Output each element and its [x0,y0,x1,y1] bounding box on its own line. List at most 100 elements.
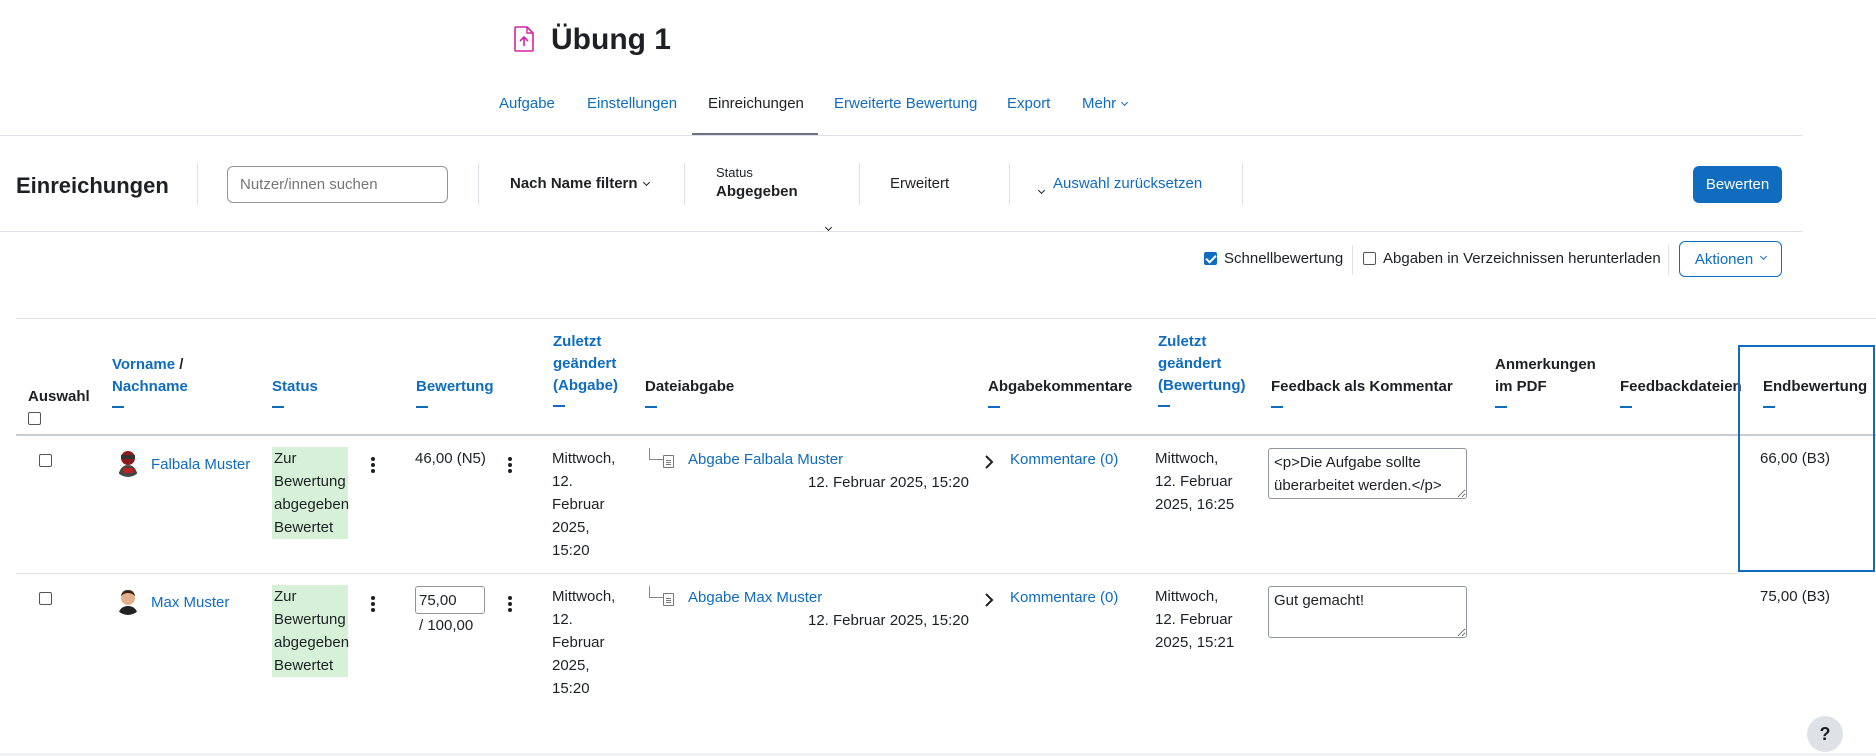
toolbar-divider [478,163,479,205]
header-feedback-files-label: Feedbackdateien [1620,378,1742,395]
quick-grading-toggle[interactable]: Schnellbewertung [1204,250,1343,267]
more-options-icon[interactable] [371,457,375,475]
row-select-checkbox[interactable] [39,454,52,467]
tab-einreichungen[interactable]: Einreichungen [708,95,804,112]
help-button[interactable]: ? [1807,716,1843,752]
status-line: abgegeben [272,631,349,654]
header-grade[interactable]: Bewertung [416,376,494,408]
status-filter-dropdown[interactable]: Status Abgegeben [716,165,833,232]
collapse-column-icon[interactable] [112,406,124,408]
select-all-checkbox[interactable] [28,412,41,425]
header-feedback-comment: Feedback als Kommentar [1271,376,1453,408]
user-name-link[interactable]: Falbala Muster [151,453,250,476]
collapse-column-icon[interactable] [645,406,657,408]
advanced-filter-dropdown[interactable]: Erweitert [890,175,1046,195]
header-feedback-comment-label: Feedback als Kommentar [1271,378,1453,395]
more-options-icon[interactable] [508,457,512,475]
header-annotations-line2: im PDF [1495,378,1547,395]
collapse-column-icon[interactable] [1271,406,1283,408]
header-submission-comments: Abgabekommentare [988,376,1132,408]
status-badge: Zur Bewertung abgegeben Bewertet [272,447,349,539]
feedback-comment-textarea[interactable]: <p>Die Aufgabe sollte überarbeitet werde… [1268,448,1467,499]
tab-erweiterte-bewertung[interactable]: Erweiterte Bewertung [834,95,977,112]
toolbar-divider [1242,163,1243,205]
status-line: Zur [272,585,348,608]
header-grade-label: Bewertung [416,378,494,395]
file-submission-date: 12. Februar 2025, 15:20 [808,612,969,629]
tab-aufgabe[interactable]: Aufgabe [499,95,555,112]
status-filter-value: Abgegeben [716,183,798,200]
date-line: 2025, 16:25 [1155,496,1235,513]
name-filter-dropdown[interactable]: Nach Name filtern [510,175,650,192]
grade-input[interactable] [415,586,485,614]
chevron-right-icon[interactable] [984,455,994,473]
chevron-right-icon[interactable] [984,593,994,611]
section-heading: Einreichungen [16,173,169,198]
grade-max: / 100,00 [419,617,474,634]
more-options-icon[interactable] [508,596,512,614]
header-lastname[interactable]: Nachname [112,376,188,398]
avatar [114,587,142,615]
collapse-column-icon[interactable] [416,406,428,408]
date-line: 12. [552,611,573,628]
download-folders-label: Abgaben in Verzeichnissen herunterladen [1383,250,1661,267]
modified-submission-date: Mittwoch, 12. Februar 2025, 15:20 [552,585,615,700]
comments-link[interactable]: Kommentare (0) [1010,448,1118,471]
toolbar-divider [1009,163,1010,205]
download-folders-toggle[interactable]: Abgaben in Verzeichnissen herunterladen [1363,250,1661,267]
tab-mehr[interactable]: Mehr [1082,95,1129,112]
header-status-label: Status [272,378,318,395]
collapse-column-icon[interactable] [272,406,284,408]
collapse-column-icon[interactable] [1620,406,1632,408]
header-select: Auswahl [28,386,90,432]
header-status[interactable]: Status [272,376,318,408]
collapse-column-icon[interactable] [553,405,565,407]
page-title: Übung 1 [551,23,671,56]
assignment-upload-icon [514,26,534,52]
header-firstname[interactable]: Vorname [112,356,175,373]
collapse-column-icon[interactable] [1158,405,1170,407]
grade-value: 46,00 (N5) [415,450,486,467]
chevron-down-icon [642,178,650,187]
header-modified-submission[interactable]: Zuletzt geändert (Abgabe) [553,331,618,407]
date-line: 15:20 [552,680,590,697]
download-folders-checkbox[interactable] [1363,252,1376,265]
header-feedback-files: Feedbackdateien [1620,376,1742,408]
status-filter-caption: Status [716,165,753,180]
collapse-column-icon[interactable] [988,406,1000,408]
date-line: Mittwoch, [1155,588,1219,605]
modified-grade-date: Mittwoch, 12. Februar 2025, 15:21 [1155,585,1234,654]
header-modified-submission-line3: (Abgabe) [553,377,618,394]
file-submission-link[interactable]: Abgabe Falbala Muster [688,448,843,471]
chevron-down-icon [1760,252,1768,260]
toolbar-divider [859,163,860,205]
comments-link[interactable]: Kommentare (0) [1010,586,1118,609]
search-input[interactable] [227,166,448,203]
row-select-checkbox[interactable] [39,592,52,605]
name-filter-label: Nach Name filtern [510,175,638,192]
file-tree-icon [649,586,663,598]
reset-selection-link[interactable]: Auswahl zurücksetzen [1053,175,1202,192]
header-modified-grade-line2: geändert [1158,355,1222,372]
quick-grading-label: Schnellbewertung [1224,250,1344,267]
header-name[interactable]: Vorname / Nachname [112,354,188,408]
quick-grading-checkbox[interactable] [1204,252,1217,265]
actions-label: Aktionen [1694,250,1754,268]
chevron-down-icon [1121,98,1129,107]
table-top-border [16,318,1876,319]
more-options-icon[interactable] [371,596,375,614]
grade-button[interactable]: Bewerten [1693,166,1782,203]
collapse-column-icon[interactable] [1495,406,1507,408]
chevron-down-icon [1038,186,1046,195]
tab-einstellungen[interactable]: Einstellungen [587,95,677,112]
file-submission-link[interactable]: Abgabe Max Muster [688,586,822,609]
tab-export[interactable]: Export [1007,95,1050,112]
header-annotations-line1: Anmerkungen [1495,356,1596,373]
date-line: Mittwoch, [552,588,616,605]
header-modified-grade[interactable]: Zuletzt geändert (Bewertung) [1158,331,1246,407]
actions-dropdown-button[interactable]: Aktionen [1679,241,1782,277]
header-modified-grade-line3: (Bewertung) [1158,377,1246,394]
feedback-comment-textarea[interactable]: Gut gemacht! [1268,586,1467,638]
help-icon: ? [1819,723,1831,744]
user-name-link[interactable]: Max Muster [151,591,229,614]
